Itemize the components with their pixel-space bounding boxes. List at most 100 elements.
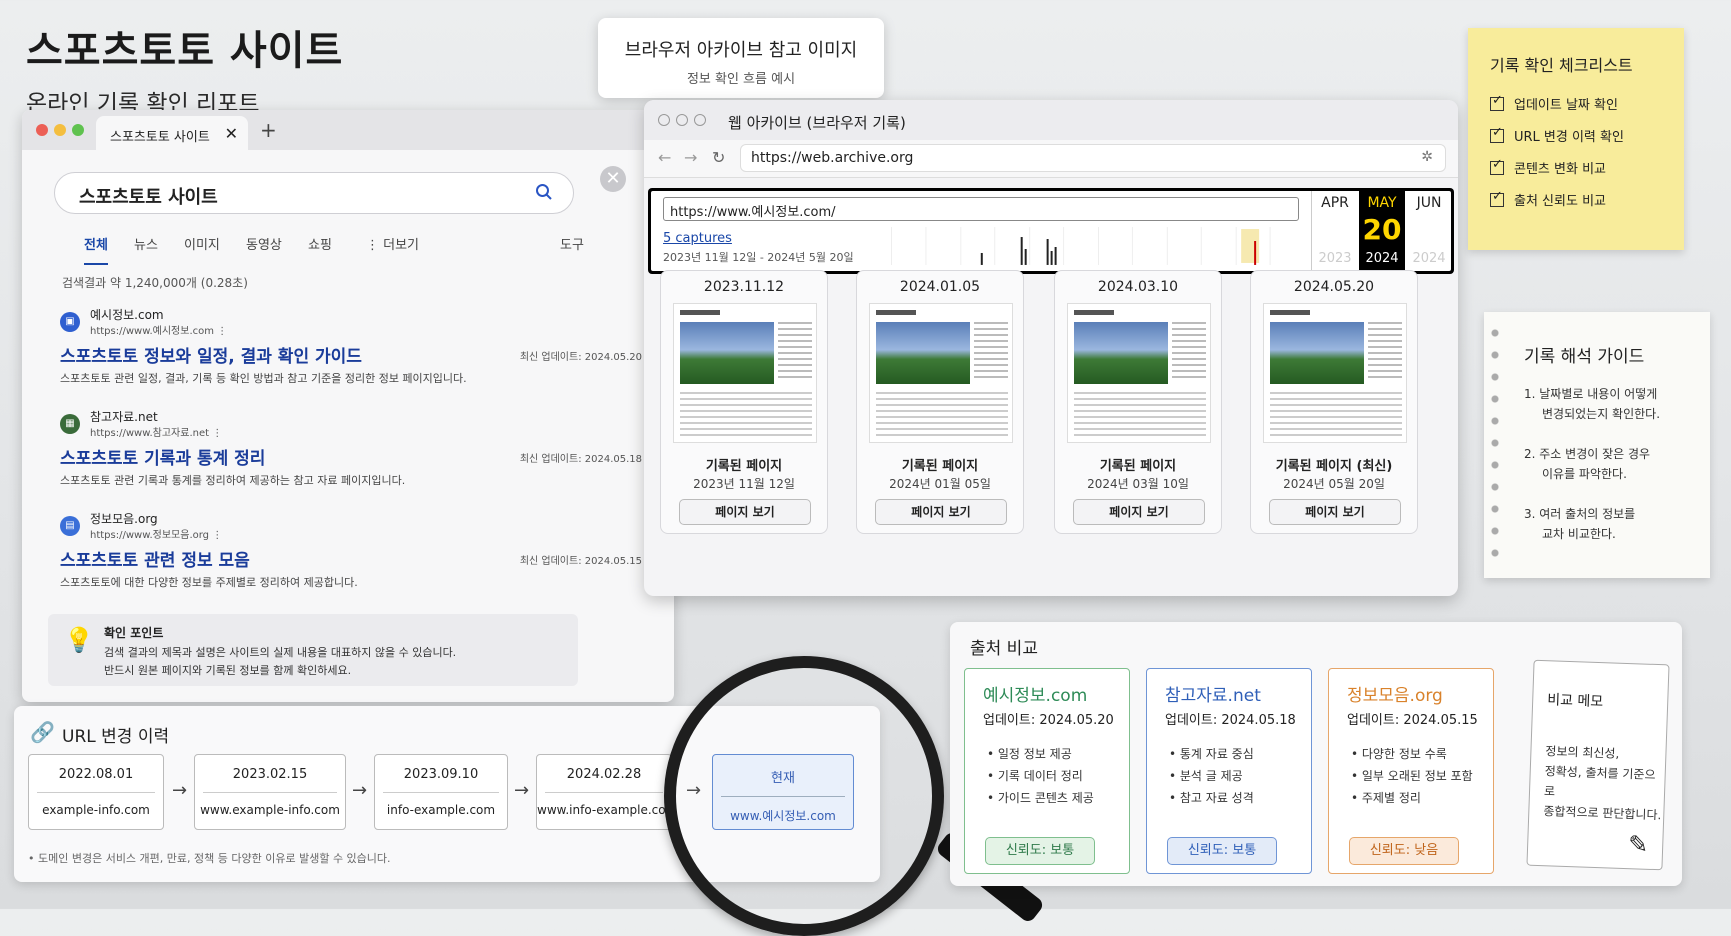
year-label: 2024 <box>1412 251 1446 266</box>
snapshot-thumbnail[interactable] <box>869 303 1013 443</box>
reload-icon[interactable]: ↻ <box>712 148 725 167</box>
source-name: 정보모음.org <box>1347 686 1443 706</box>
capture-sparkline[interactable] <box>891 227 1305 265</box>
view-page-button[interactable]: 페이지 보기 <box>679 499 811 525</box>
snapshot-card: 2024.03.10 기록된 페이지 2024년 03월 10일 페이지 보기 <box>1054 270 1222 534</box>
capture-range: 2023년 11월 12일 - 2024년 5월 20일 <box>663 251 854 264</box>
result-description: 스포츠토토에 대한 다양한 정보를 주제별로 정리하여 제공합니다. <box>60 576 358 589</box>
archive-title-bar: 웹 아카이브 (브라우저 기록) <box>644 100 1458 140</box>
result-url[interactable]: https://www.예시정보.com ⋮ <box>90 322 227 337</box>
close-tab-icon[interactable]: ✕ <box>225 124 238 143</box>
tab-videos[interactable]: 동영상 <box>246 234 282 253</box>
selected-day: 20 <box>1362 213 1402 246</box>
compare-title: 출처 비교 <box>970 639 1038 659</box>
snapshot-date: 2024.03.10 <box>1097 279 1179 295</box>
maximize-window-button[interactable] <box>72 124 84 136</box>
forward-arrow-icon[interactable]: → <box>684 148 697 167</box>
extension-icon[interactable]: ✲ <box>1421 149 1433 165</box>
wayback-url-input[interactable]: https://www.예시정보.com/ <box>663 197 1299 221</box>
source-bullet: • 기록 데이터 정리 <box>987 769 1083 783</box>
result-updated: 최신 업데이트: 2024.05.20 <box>519 352 642 363</box>
result-site[interactable]: 참고자료.net <box>90 408 158 425</box>
search-query: 스포츠토토 사이트 <box>79 187 218 208</box>
arrow-right-icon: → <box>514 780 530 801</box>
reference-title: 브라우저 아카이브 참고 이미지 <box>624 40 858 61</box>
month-label[interactable]: APR <box>1312 195 1358 211</box>
snapshot-card: 2023.11.12 기록된 페이지 2023년 11월 12일 페이지 보기 <box>660 270 828 534</box>
back-arrow-icon[interactable]: ← <box>658 148 671 167</box>
page-title: 스포츠토토 사이트 <box>26 28 344 74</box>
source-name: 참고자료.net <box>1165 686 1261 706</box>
source-updated: 업데이트: 2024.05.20 <box>983 713 1114 728</box>
result-url[interactable]: https://www.참고자료.net ⋮ <box>90 424 222 439</box>
url-history-footnote: • 도메인 변경은 서비스 개편, 만료, 정책 등 다양한 이유로 발생할 수… <box>28 852 391 865</box>
snapshot-long-date: 2024년 03월 10일 <box>1087 477 1189 491</box>
new-tab-button[interactable]: + <box>260 118 277 142</box>
memo-title: 비교 메모 <box>1546 692 1604 711</box>
report-heading: 스포츠토토 사이트 온라인 기록 확인 리포트 <box>26 18 343 118</box>
tab-tools[interactable]: 도구 <box>560 234 584 253</box>
result-site[interactable]: 예시정보.com <box>90 306 164 323</box>
result-title-link[interactable]: 스포츠토토 정보와 일정, 결과 확인 가이드 <box>60 342 362 367</box>
view-page-button[interactable]: 페이지 보기 <box>1073 499 1205 525</box>
month-label[interactable]: MAY <box>1359 195 1405 211</box>
result-updated: 최신 업데이트: 2024.05.18 <box>519 454 642 465</box>
view-page-button[interactable]: 페이지 보기 <box>875 499 1007 525</box>
view-page-button[interactable]: 페이지 보기 <box>1269 499 1401 525</box>
snapshot-thumbnail[interactable] <box>1263 303 1407 443</box>
capture-calendar[interactable]: APR MAY JUN 20 2023 2024 2024 <box>1311 191 1451 271</box>
tab-all[interactable]: 전체 <box>84 234 108 265</box>
compare-memo: 비교 메모 정보의 최신성, 정확성, 출처를 기준으로 종합적으로 판단합니다. … <box>1526 659 1670 871</box>
search-browser-window: 스포츠토토 사이트 ✕ + 스포츠토토 사이트 ✕ 전체 뉴스 이미지 동영상 … <box>22 110 674 702</box>
close-window-button[interactable] <box>658 114 670 126</box>
tip-line: 검색 결과의 제목과 설명은 사이트의 실제 내용을 대표하지 않을 수 있습니… <box>104 646 457 659</box>
result-title-link[interactable]: 스포츠토토 기록과 통계 정리 <box>60 444 265 469</box>
checklist-title: 기록 확인 체크리스트 <box>1490 56 1633 75</box>
tab-shopping[interactable]: 쇼핑 <box>308 234 332 253</box>
wayback-toolbar: https://www.예시정보.com/ 5 captures 2023년 1… <box>648 188 1454 274</box>
snapshot-card: 2024.01.05 기록된 페이지 2024년 01월 05일 페이지 보기 <box>856 270 1024 534</box>
archive-browser-window: 웹 아카이브 (브라우저 기록) ← → ↻ https://web.archi… <box>644 100 1458 596</box>
result-site[interactable]: 정보모음.org <box>90 510 158 527</box>
result-title-link[interactable]: 스포츠토토 관련 정보 모음 <box>60 546 250 571</box>
guide-note: 기록 해석 가이드 1. 날짜별로 내용이 어떻게 변경되었는지 확인한다. 2.… <box>1484 312 1710 578</box>
tab-more[interactable]: ⋮ 더보기 <box>366 234 419 253</box>
lightbulb-icon: 💡 <box>64 626 94 654</box>
snapshot-label: 기록된 페이지 <box>705 459 783 474</box>
tab-news[interactable]: 뉴스 <box>134 234 158 253</box>
checklist-item: 콘텐츠 변화 비교 <box>1490 157 1606 177</box>
guide-title: 기록 해석 가이드 <box>1524 347 1645 367</box>
month-label[interactable]: JUN <box>1406 195 1452 211</box>
snapshot-label: 기록된 페이지 (최신) <box>1275 459 1393 474</box>
source-name: 예시정보.com <box>983 686 1088 706</box>
clear-search-icon[interactable]: ✕ <box>600 166 626 192</box>
address-text: https://web.archive.org <box>751 150 914 166</box>
browser-tab[interactable]: 스포츠토토 사이트 ✕ <box>96 116 248 150</box>
checkbox-checked-icon <box>1490 157 1504 175</box>
year-label: 2023 <box>1318 251 1352 266</box>
trust-badge: 신뢰도: 보통 <box>1167 837 1277 865</box>
snapshot-thumbnail[interactable] <box>1067 303 1211 443</box>
minimize-window-button[interactable] <box>676 114 688 126</box>
tab-images[interactable]: 이미지 <box>184 234 220 253</box>
address-bar[interactable]: https://web.archive.org ✲ <box>740 144 1446 172</box>
source-updated: 업데이트: 2024.05.18 <box>1165 713 1296 728</box>
result-description: 스포츠토토 관련 일정, 결과, 기록 등 확인 방법과 참고 기준을 정리한 … <box>60 372 467 385</box>
search-icon[interactable] <box>535 183 553 206</box>
link-icon: 🔗 <box>30 720 55 744</box>
snapshot-thumbnail[interactable] <box>673 303 817 443</box>
close-window-button[interactable] <box>36 124 48 136</box>
checkbox-checked-icon <box>1490 189 1504 207</box>
reference-title-card: 브라우저 아카이브 참고 이미지 정보 확인 흐름 예시 <box>598 18 884 98</box>
reference-subtitle: 정보 확인 흐름 예시 <box>686 72 796 87</box>
search-input[interactable]: 스포츠토토 사이트 <box>54 172 574 214</box>
source-card: 참고자료.net 업데이트: 2024.05.18 • 통계 자료 중심 • 분… <box>1146 668 1312 874</box>
maximize-window-button[interactable] <box>694 114 706 126</box>
captures-link[interactable]: 5 captures <box>663 231 732 246</box>
archive-window-title: 웹 아카이브 (브라우저 기록) <box>728 114 906 132</box>
snapshot-long-date: 2024년 05월 20일 <box>1283 477 1385 491</box>
snapshot-long-date: 2024년 01월 05일 <box>889 477 991 491</box>
result-url[interactable]: https://www.정보모음.org ⋮ <box>90 526 222 541</box>
url-history-entry: 2024.02.28 www.info-example.com <box>536 754 672 830</box>
minimize-window-button[interactable] <box>54 124 66 136</box>
